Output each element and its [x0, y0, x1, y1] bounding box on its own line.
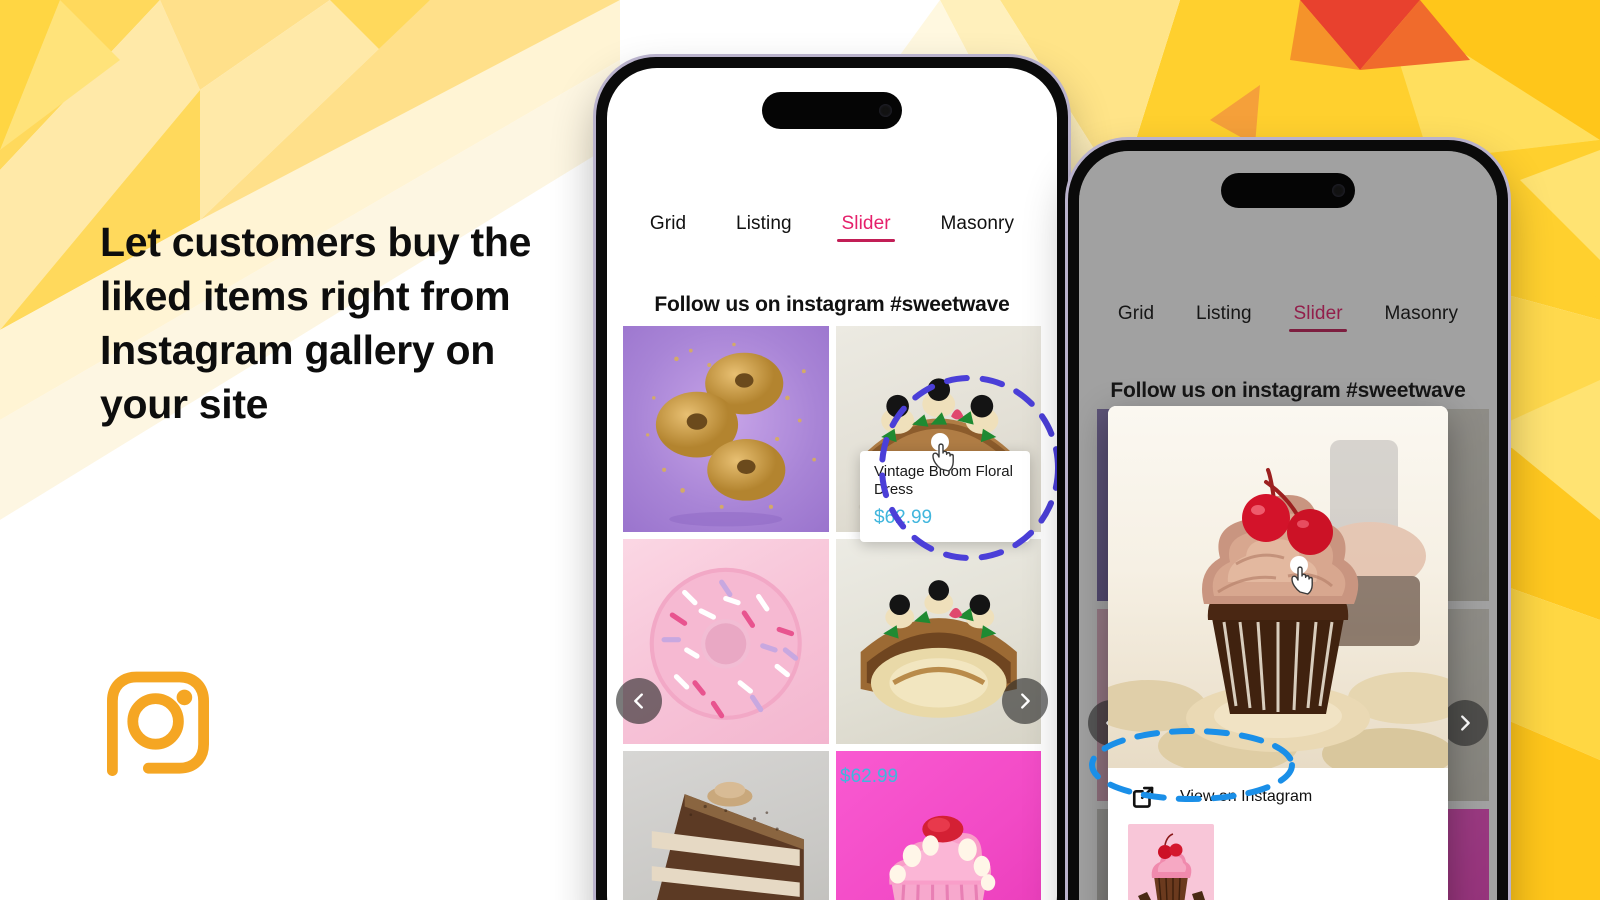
- slider-next-button[interactable]: [1442, 700, 1488, 746]
- slider-next-button[interactable]: [1002, 678, 1048, 724]
- front-camera-icon: [879, 104, 892, 117]
- tab-slider[interactable]: Slider: [837, 213, 895, 242]
- tab-masonry[interactable]: Masonry: [941, 213, 1015, 242]
- slider-prev-button[interactable]: [616, 678, 662, 724]
- chevron-left-icon: [634, 693, 643, 709]
- tile-price-label: $62.99: [840, 766, 899, 787]
- mouse-cursor-hand-icon: [1290, 556, 1313, 595]
- dynamic-island: [1221, 173, 1355, 208]
- chevron-right-icon: [1021, 693, 1030, 709]
- marketing-copy: Let customers buy the liked items right …: [100, 215, 570, 431]
- tab-listing[interactable]: Listing: [736, 213, 792, 242]
- phone-mockup-primary: Grid Listing Slider Masonry Follow us on…: [596, 57, 1068, 900]
- external-link-icon: [1132, 786, 1154, 808]
- product-lightbox-modal[interactable]: View on Instagram: [1108, 406, 1448, 900]
- phone1-tabbar: Grid Listing Slider Masonry: [607, 213, 1057, 242]
- chocolate-cake-image: [623, 751, 829, 900]
- lightbox-thumbnail[interactable]: [1128, 824, 1214, 900]
- phone2-screen: Grid Listing Slider Masonry Follow us on…: [1079, 151, 1497, 900]
- lightbox-hero-image: [1108, 406, 1448, 768]
- chevron-right-icon: [1461, 715, 1470, 731]
- gallery-layout-tabs: Grid Listing Slider Masonry: [607, 213, 1057, 242]
- phone1-screen: Grid Listing Slider Masonry Follow us on…: [607, 68, 1057, 900]
- view-on-instagram-label: View on Instagram: [1180, 788, 1313, 805]
- instagram-logo-icon: [107, 671, 209, 776]
- front-camera-icon: [1332, 184, 1345, 197]
- product-price: $62.99: [874, 506, 933, 528]
- tab-grid[interactable]: Grid: [650, 213, 686, 242]
- grid-tile-sesame-donuts[interactable]: [623, 326, 829, 532]
- mouse-cursor-hand-icon: [931, 433, 954, 472]
- phone-mockup-secondary: Grid Listing Slider Masonry Follow us on…: [1068, 140, 1508, 900]
- dynamic-island: [762, 92, 902, 129]
- page-headline: Let customers buy the liked items right …: [100, 219, 532, 428]
- gallery-title: Follow us on instagram #sweetwave: [654, 293, 1010, 316]
- view-on-instagram-link[interactable]: View on Instagram: [1108, 768, 1448, 818]
- instagram-photo-grid: $62.99: [607, 326, 1057, 900]
- grid-tile-chocolate-cake[interactable]: [623, 751, 829, 900]
- sesame-donuts-image: [623, 326, 829, 532]
